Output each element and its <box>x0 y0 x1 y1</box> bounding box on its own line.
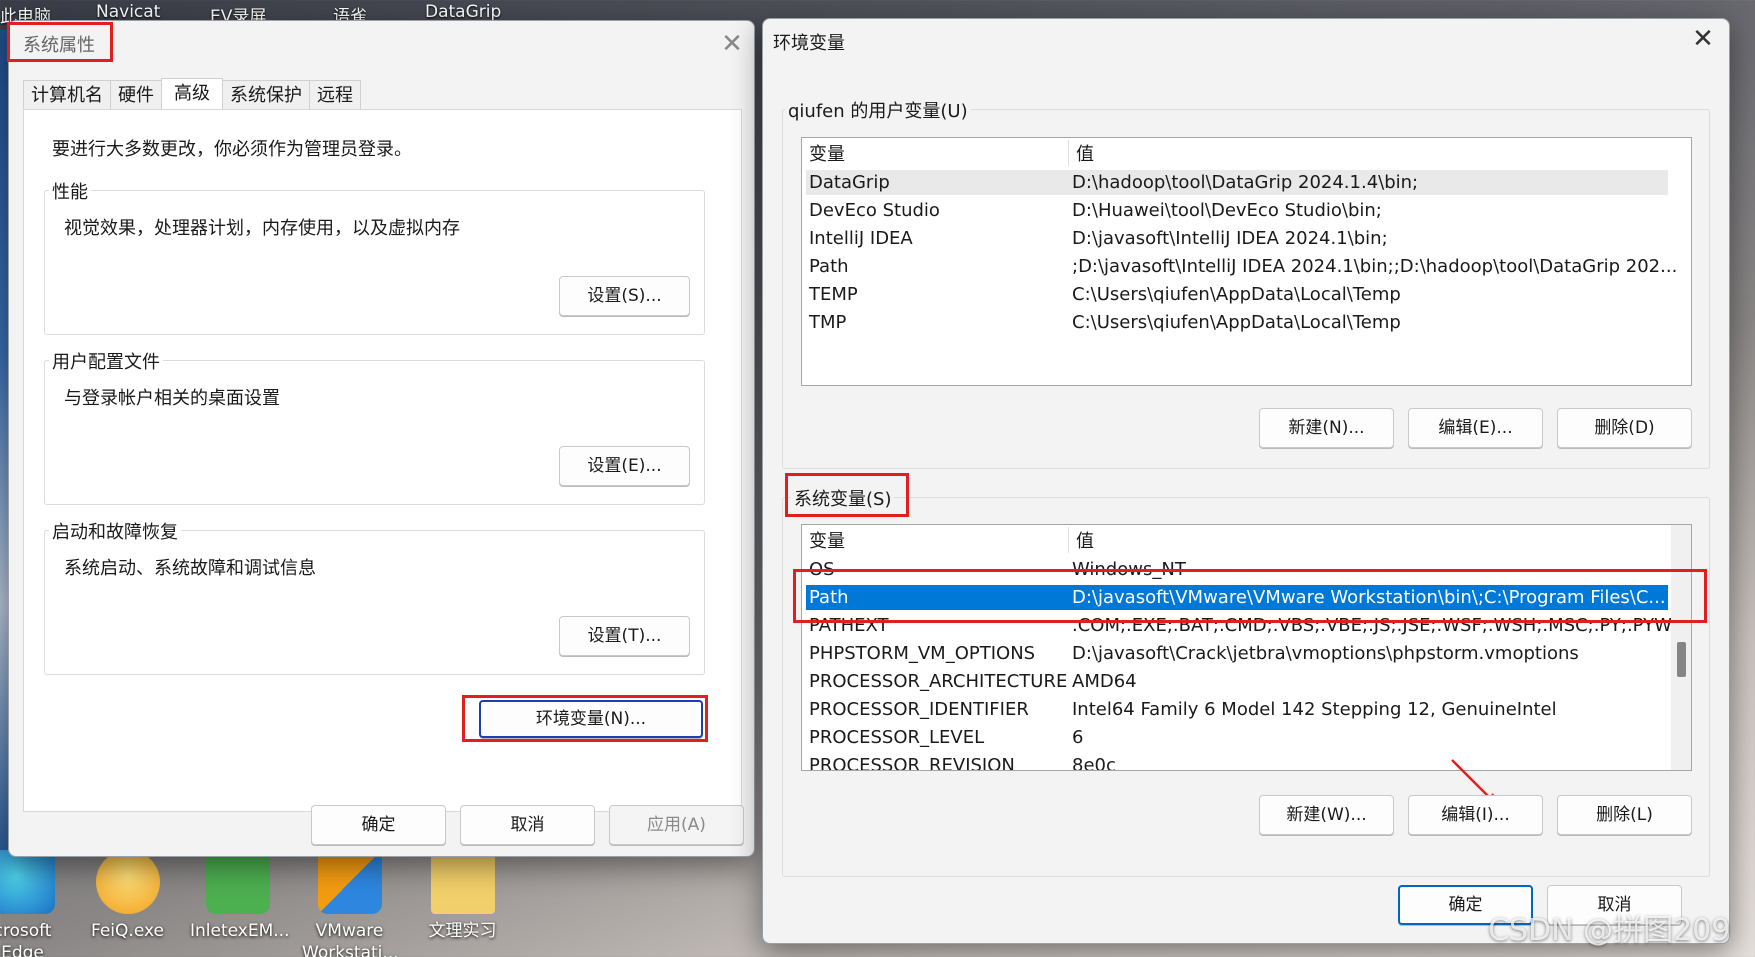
list-header: 变量 值 <box>806 142 1686 168</box>
cell-value: AMD64 <box>1072 671 1137 692</box>
cell-name: PROCESSOR_REVISION <box>809 755 1015 771</box>
environment-variables-button[interactable]: 环境变量(N)... <box>479 700 703 738</box>
close-icon[interactable]: ✕ <box>1686 24 1720 58</box>
user-new-button[interactable]: 新建(N)... <box>1259 408 1394 448</box>
user-delete-button[interactable]: 删除(D) <box>1557 408 1692 448</box>
desktop-icon-vmware[interactable]: VMware Workstati... <box>302 850 399 957</box>
user-edit-button[interactable]: 编辑(E)... <box>1408 408 1543 448</box>
edge-icon <box>0 850 55 914</box>
watermark: CSDN @拼图209 <box>1488 913 1731 948</box>
desktop-icon-label: crosoft Edge <box>0 921 52 957</box>
cell-name: TEMP <box>809 284 858 305</box>
group-description: 系统启动、系统故障和调试信息 <box>64 558 316 579</box>
ok-button[interactable]: 确定 <box>311 805 446 845</box>
group-description: 与登录帐户相关的桌面设置 <box>64 388 280 409</box>
tab-computer-name[interactable]: 计算机名 <box>23 80 111 112</box>
desktop-icon-folder[interactable]: 文理实习 <box>415 850 510 957</box>
folder-icon <box>430 850 495 914</box>
cell-name: PROCESSOR_ARCHITECTURE <box>809 671 1068 692</box>
table-row[interactable]: PROCESSOR_ARCHITECTURE AMD64 <box>806 669 1668 694</box>
tab-system-protection[interactable]: 系统保护 <box>222 80 310 112</box>
table-row[interactable]: PHPSTORM_VM_OPTIONS D:\javasoft\Crack\jet… <box>806 641 1668 666</box>
system-properties-dialog: 系统属性 ✕ 计算机名 硬件 高级 系统保护 远程 要进行大多数更改，你必须作为… <box>7 20 755 857</box>
list-header: 变量 值 <box>806 529 1686 555</box>
cancel-button[interactable]: 取消 <box>460 805 595 845</box>
table-row[interactable]: DevEco Studio D:\Huawei\tool\DevEco Studi… <box>806 198 1668 223</box>
column-header-value[interactable]: 值 <box>1076 142 1094 168</box>
table-row[interactable]: TMP C:\Users\qiufen\AppData\Local\Temp <box>806 310 1668 335</box>
cell-value: D:\javasoft\Crack\jetbra\vmoptions\phpst… <box>1072 643 1579 664</box>
close-icon[interactable]: ✕ <box>715 29 749 63</box>
column-header-variable[interactable]: 变量 <box>809 529 845 555</box>
group-label: qiufen 的用户变量(U) <box>785 97 971 123</box>
system-new-button[interactable]: 新建(W)... <box>1259 795 1394 835</box>
table-row[interactable]: PROCESSOR_IDENTIFIER Intel64 Family 6 Mod… <box>806 697 1668 722</box>
environment-variables-dialog: 环境变量 ✕ qiufen 的用户变量(U) 变量 值 DataGrip D:\h… <box>762 18 1730 944</box>
performance-settings-button[interactable]: 设置(S)... <box>559 276 690 316</box>
tab-bar: 计算机名 硬件 高级 系统保护 远程 <box>23 78 361 112</box>
cell-value: D:\Huawei\tool\DevEco Studio\bin; <box>1072 200 1382 221</box>
feiq-icon <box>95 850 160 914</box>
startup-recovery-settings-button[interactable]: 设置(T)... <box>559 616 690 656</box>
tab-advanced[interactable]: 高级 <box>161 78 223 112</box>
user-profiles-settings-button[interactable]: 设置(E)... <box>559 446 690 486</box>
desktop-icon-label: FeiQ.exe <box>91 921 164 941</box>
group-label: 系统变量(S) <box>791 485 895 511</box>
column-header-value[interactable]: 值 <box>1076 529 1094 555</box>
cell-value: 6 <box>1072 727 1084 748</box>
column-separator <box>1068 140 1069 166</box>
table-row[interactable]: TEMP C:\Users\qiufen\AppData\Local\Temp <box>806 282 1668 307</box>
desktop-label[interactable]: DataGrip <box>425 2 501 22</box>
scrollbar-thumb[interactable] <box>1677 642 1686 677</box>
vmware-icon <box>317 850 382 914</box>
cell-name: DevEco Studio <box>809 200 940 221</box>
cell-value: Intel64 Family 6 Model 142 Stepping 12, … <box>1072 699 1557 720</box>
cell-value: D:\javasoft\IntelliJ IDEA 2024.1\bin; <box>1072 228 1388 249</box>
dialog-title: 系统属性 <box>23 35 95 56</box>
cell-name: Path <box>809 256 849 277</box>
column-header-variable[interactable]: 变量 <box>809 142 845 168</box>
system-edit-button[interactable]: 编辑(I)... <box>1408 795 1543 835</box>
table-row[interactable]: PROCESSOR_LEVEL 6 <box>806 725 1668 750</box>
advanced-panel: 要进行大多数更改，你必须作为管理员登录。 性能 视觉效果，处理器计划，内存使用，… <box>23 109 742 812</box>
table-row[interactable]: DataGrip D:\hadoop\tool\DataGrip 2024.1.4… <box>806 170 1668 195</box>
path-row-highlight-box <box>793 569 1707 623</box>
desktop-icon-label: VMware Workstati... <box>302 921 399 957</box>
group-label: 启动和故障恢复 <box>49 518 181 544</box>
table-row[interactable]: Path ;D:\javasoft\IntelliJ IDEA 2024.1\bi… <box>806 254 1677 279</box>
desktop-icon-label: 文理实习 <box>428 921 497 941</box>
table-row[interactable]: IntelliJ IDEA D:\javasoft\IntelliJ IDEA 2… <box>806 226 1668 251</box>
cell-name: PHPSTORM_VM_OPTIONS <box>809 643 1036 664</box>
desktop-icon-edge[interactable]: crosoft Edge <box>0 850 70 957</box>
cell-value: 8e0c <box>1072 755 1116 771</box>
cell-name: DataGrip <box>809 172 890 193</box>
apply-button[interactable]: 应用(A) <box>609 805 744 845</box>
group-description: 视觉效果，处理器计划，内存使用，以及虚拟内存 <box>64 218 460 239</box>
tab-remote[interactable]: 远程 <box>309 80 361 112</box>
desktop-label[interactable]: Navicat <box>96 2 160 22</box>
column-separator <box>1068 527 1069 553</box>
tab-hardware[interactable]: 硬件 <box>110 80 162 112</box>
cell-name: IntelliJ IDEA <box>809 228 913 249</box>
cell-value: ;D:\javasoft\IntelliJ IDEA 2024.1\bin;;D… <box>1072 256 1678 277</box>
inletex-icon <box>205 850 270 914</box>
user-variables-list[interactable]: 变量 值 DataGrip D:\hadoop\tool\DataGrip 202… <box>801 137 1692 386</box>
cell-name: TMP <box>809 312 847 333</box>
dialog-title: 环境变量 <box>773 33 845 54</box>
group-label: 用户配置文件 <box>49 348 163 374</box>
system-variables-list[interactable]: 变量 值 OS Windows_NT Path D:\javasoft\VMware… <box>801 524 1692 771</box>
admin-note: 要进行大多数更改，你必须作为管理员登录。 <box>52 139 412 160</box>
cell-name: PROCESSOR_LEVEL <box>809 727 985 748</box>
cell-value: D:\hadoop\tool\DataGrip 2024.1.4\bin; <box>1072 172 1419 193</box>
table-row[interactable]: PROCESSOR_REVISION 8e0c <box>806 753 1668 771</box>
cell-name: PROCESSOR_IDENTIFIER <box>809 699 1029 720</box>
cell-value: C:\Users\qiufen\AppData\Local\Temp <box>1072 284 1401 305</box>
scrollbar[interactable] <box>1671 525 1691 770</box>
system-delete-button[interactable]: 删除(L) <box>1557 795 1692 835</box>
desktop-icon-label: InletexEM... <box>190 921 290 941</box>
desktop-icon-feiq[interactable]: FeiQ.exe <box>80 850 175 957</box>
cell-value: C:\Users\qiufen\AppData\Local\Temp <box>1072 312 1401 333</box>
group-label: 性能 <box>49 178 91 204</box>
desktop-icon-inletex[interactable]: InletexEM... <box>190 850 290 957</box>
